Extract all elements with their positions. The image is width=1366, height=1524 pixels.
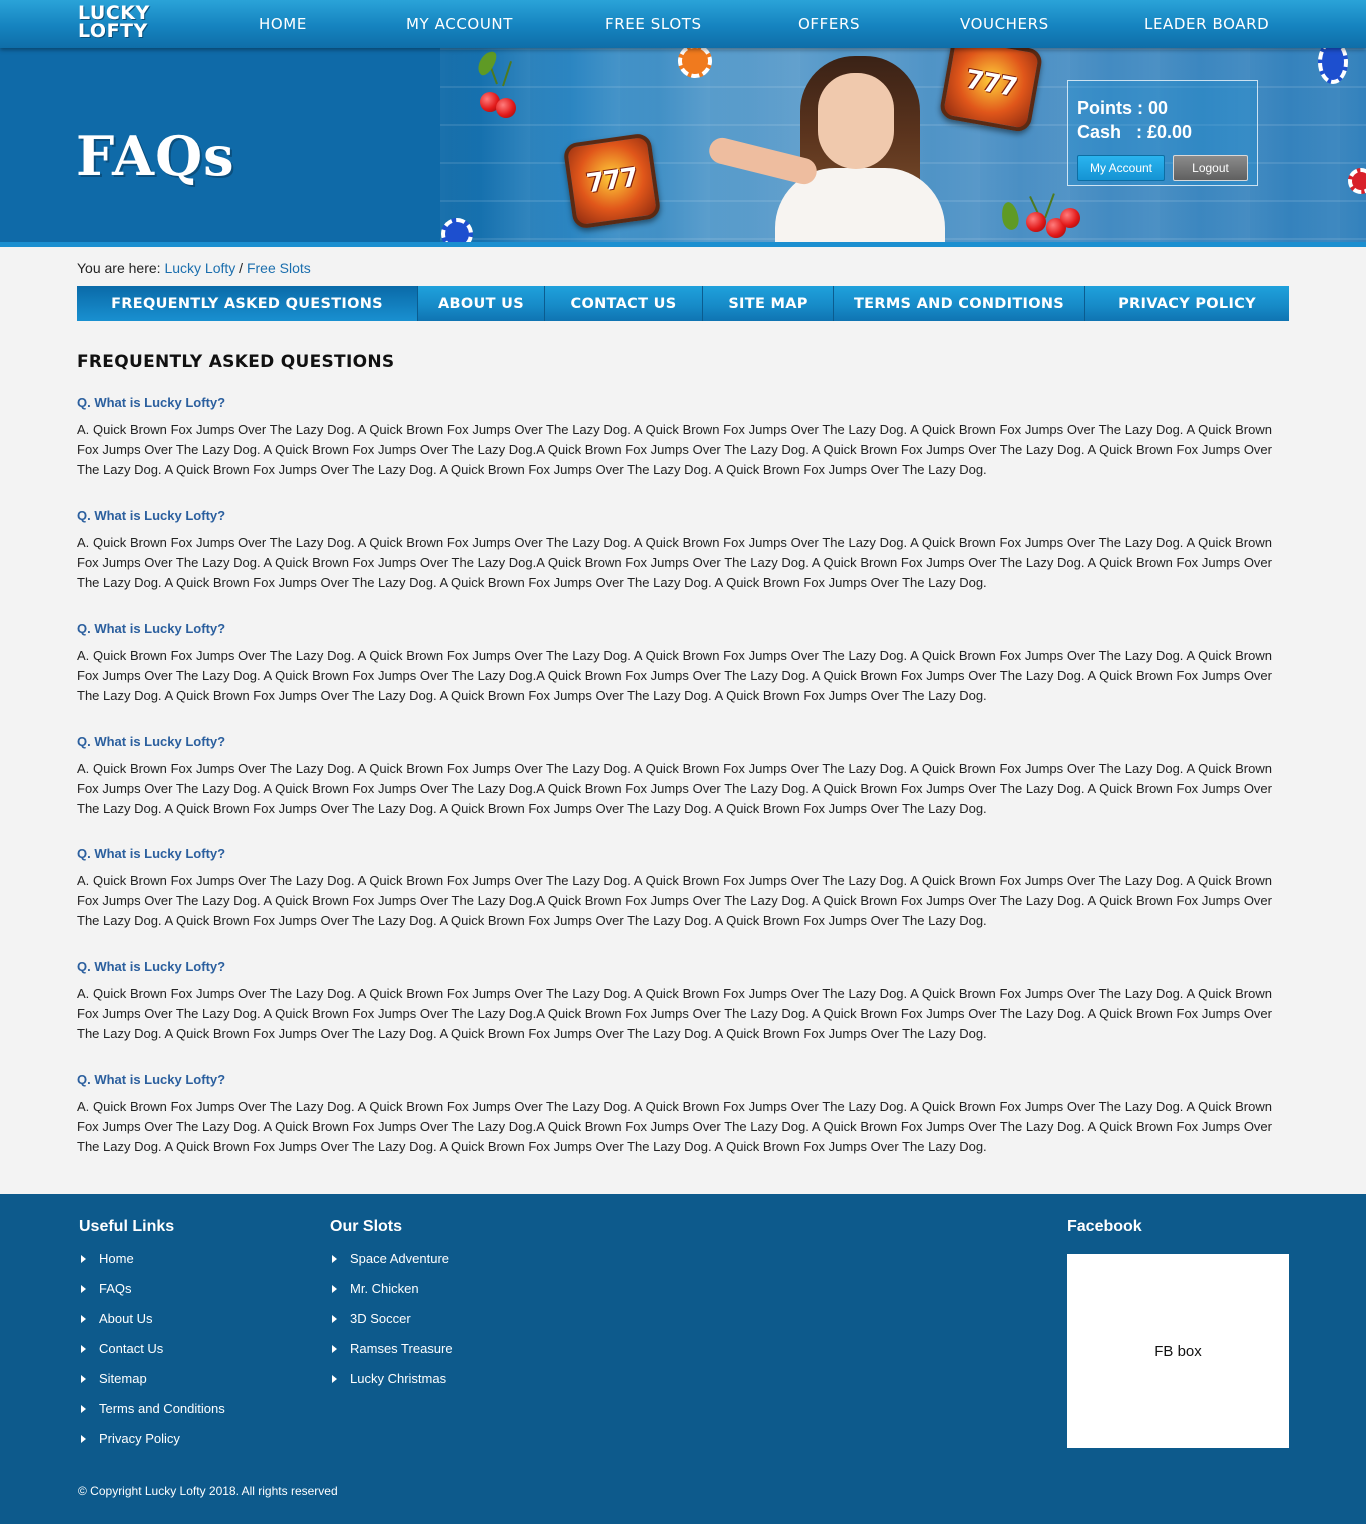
nav-leader-board[interactable]: LEADER BOARD (1144, 15, 1269, 33)
footer-link-home[interactable]: Home (99, 1251, 134, 1266)
faq-answer: A. Quick Brown Fox Jumps Over The Lazy D… (77, 422, 1272, 477)
footer-slot-3d-soccer[interactable]: 3D Soccer (350, 1311, 411, 1326)
copyright-text: © Copyright Lucky Lofty 2018. All rights… (78, 1484, 338, 1498)
breadcrumb-home-link[interactable]: Lucky Lofty (164, 260, 235, 276)
footer-link-faqs[interactable]: FAQs (99, 1281, 132, 1296)
logo-line-2: LOFTY (78, 20, 148, 42)
arrow-right-icon (332, 1375, 337, 1383)
nav-my-account[interactable]: MY ACCOUNT (406, 15, 513, 33)
page-title: FAQs (76, 124, 235, 188)
nav-offers[interactable]: OFFERS (798, 15, 860, 33)
footer-link-contact-us[interactable]: Contact Us (99, 1341, 163, 1356)
footer-link-sitemap[interactable]: Sitemap (99, 1371, 147, 1386)
faq-question: Q. What is Lucky Lofty? (77, 1072, 226, 1087)
slot-badge-text: 777 (584, 162, 640, 200)
facebook-heading: Facebook (1067, 1218, 1142, 1235)
arrow-right-icon (332, 1345, 337, 1353)
arrow-right-icon (81, 1315, 86, 1323)
faq-question: Q. What is Lucky Lofty? (77, 395, 226, 410)
our-slots-heading: Our Slots (330, 1218, 403, 1235)
footer-link-privacy[interactable]: Privacy Policy (99, 1431, 180, 1446)
breadcrumb-prefix: You are here: (77, 260, 165, 276)
faq-question: Q. What is Lucky Lofty? (77, 508, 226, 523)
faq-question: Q. What is Lucky Lofty? (77, 959, 226, 974)
site-logo[interactable]: LUCKY LOFTY (78, 4, 162, 44)
logout-button[interactable]: Logout (1173, 155, 1248, 181)
faq-answer: A. Quick Brown Fox Jumps Over The Lazy D… (77, 535, 1272, 590)
arrow-right-icon (332, 1255, 337, 1263)
arrow-right-icon (81, 1345, 86, 1353)
tab-privacy-policy[interactable]: PRIVACY POLICY (1085, 286, 1289, 321)
my-account-button[interactable]: My Account (1077, 155, 1165, 181)
faq-answer: A. Quick Brown Fox Jumps Over The Lazy D… (77, 648, 1272, 703)
cherries-icon (468, 48, 528, 122)
footer-slot-lucky-christmas[interactable]: Lucky Christmas (350, 1371, 446, 1386)
top-navigation: LUCKY LOFTY HOME MY ACCOUNT FREE SLOTS O… (0, 0, 1366, 48)
footer-slot-mr-chicken[interactable]: Mr. Chicken (350, 1281, 419, 1296)
cash-display: Cash : £0.00 (1077, 122, 1193, 142)
breadcrumb-current-link[interactable]: Free Slots (247, 260, 311, 276)
breadcrumb-separator: / (235, 260, 247, 276)
arrow-right-icon (81, 1255, 86, 1263)
faq-answer: A. Quick Brown Fox Jumps Over The Lazy D… (77, 1099, 1272, 1154)
casino-chip-icon (441, 218, 473, 247)
breadcrumb: You are here: Lucky Lofty / Free Slots (77, 260, 311, 276)
footer-slot-space-adventure[interactable]: Space Adventure (350, 1251, 449, 1266)
arrow-right-icon (81, 1435, 86, 1443)
slot-machine-icon: 777 (562, 132, 662, 230)
faq-question: Q. What is Lucky Lofty? (77, 734, 226, 749)
cherries-icon (999, 188, 1090, 247)
person-face (818, 73, 894, 169)
faq-question: Q. What is Lucky Lofty? (77, 621, 226, 636)
nav-home[interactable]: HOME (259, 15, 307, 33)
arrow-right-icon (81, 1285, 86, 1293)
arrow-right-icon (81, 1405, 86, 1413)
useful-links-heading: Useful Links (79, 1218, 175, 1235)
nav-vouchers[interactable]: VOUCHERS (960, 15, 1049, 33)
slot-badge-text: 777 (963, 64, 1019, 104)
arrow-right-icon (332, 1315, 337, 1323)
points-display: Points : 00 (1077, 98, 1169, 118)
tab-terms[interactable]: TERMS AND CONDITIONS (834, 286, 1085, 321)
tab-faq[interactable]: FREQUENTLY ASKED QUESTIONS (77, 286, 418, 321)
faq-section-title: FREQUENTLY ASKED QUESTIONS (77, 352, 395, 372)
faq-answer: A. Quick Brown Fox Jumps Over The Lazy D… (77, 873, 1272, 928)
arrow-right-icon (81, 1375, 86, 1383)
arrow-right-icon (332, 1285, 337, 1293)
tab-contact-us[interactable]: CONTACT US (545, 286, 703, 321)
footer-slot-ramses-treasure[interactable]: Ramses Treasure (350, 1341, 453, 1356)
faq-answer: A. Quick Brown Fox Jumps Over The Lazy D… (77, 761, 1272, 816)
nav-free-slots[interactable]: FREE SLOTS (605, 15, 702, 33)
tab-about-us[interactable]: ABOUT US (418, 286, 545, 321)
footer-link-about-us[interactable]: About Us (99, 1311, 152, 1326)
faq-answer: A. Quick Brown Fox Jumps Over The Lazy D… (77, 986, 1272, 1041)
facebook-widget[interactable]: FB box (1067, 1254, 1289, 1448)
info-tabs: FREQUENTLY ASKED QUESTIONS ABOUT US CONT… (77, 286, 1289, 321)
faq-question: Q. What is Lucky Lofty? (77, 846, 226, 861)
account-summary: Points : 00 Cash : £0.00 My Account Logo… (1067, 80, 1258, 186)
tab-site-map[interactable]: SITE MAP (703, 286, 834, 321)
footer-link-terms[interactable]: Terms and Conditions (99, 1401, 225, 1416)
fb-box-placeholder: FB box (1154, 1342, 1202, 1360)
